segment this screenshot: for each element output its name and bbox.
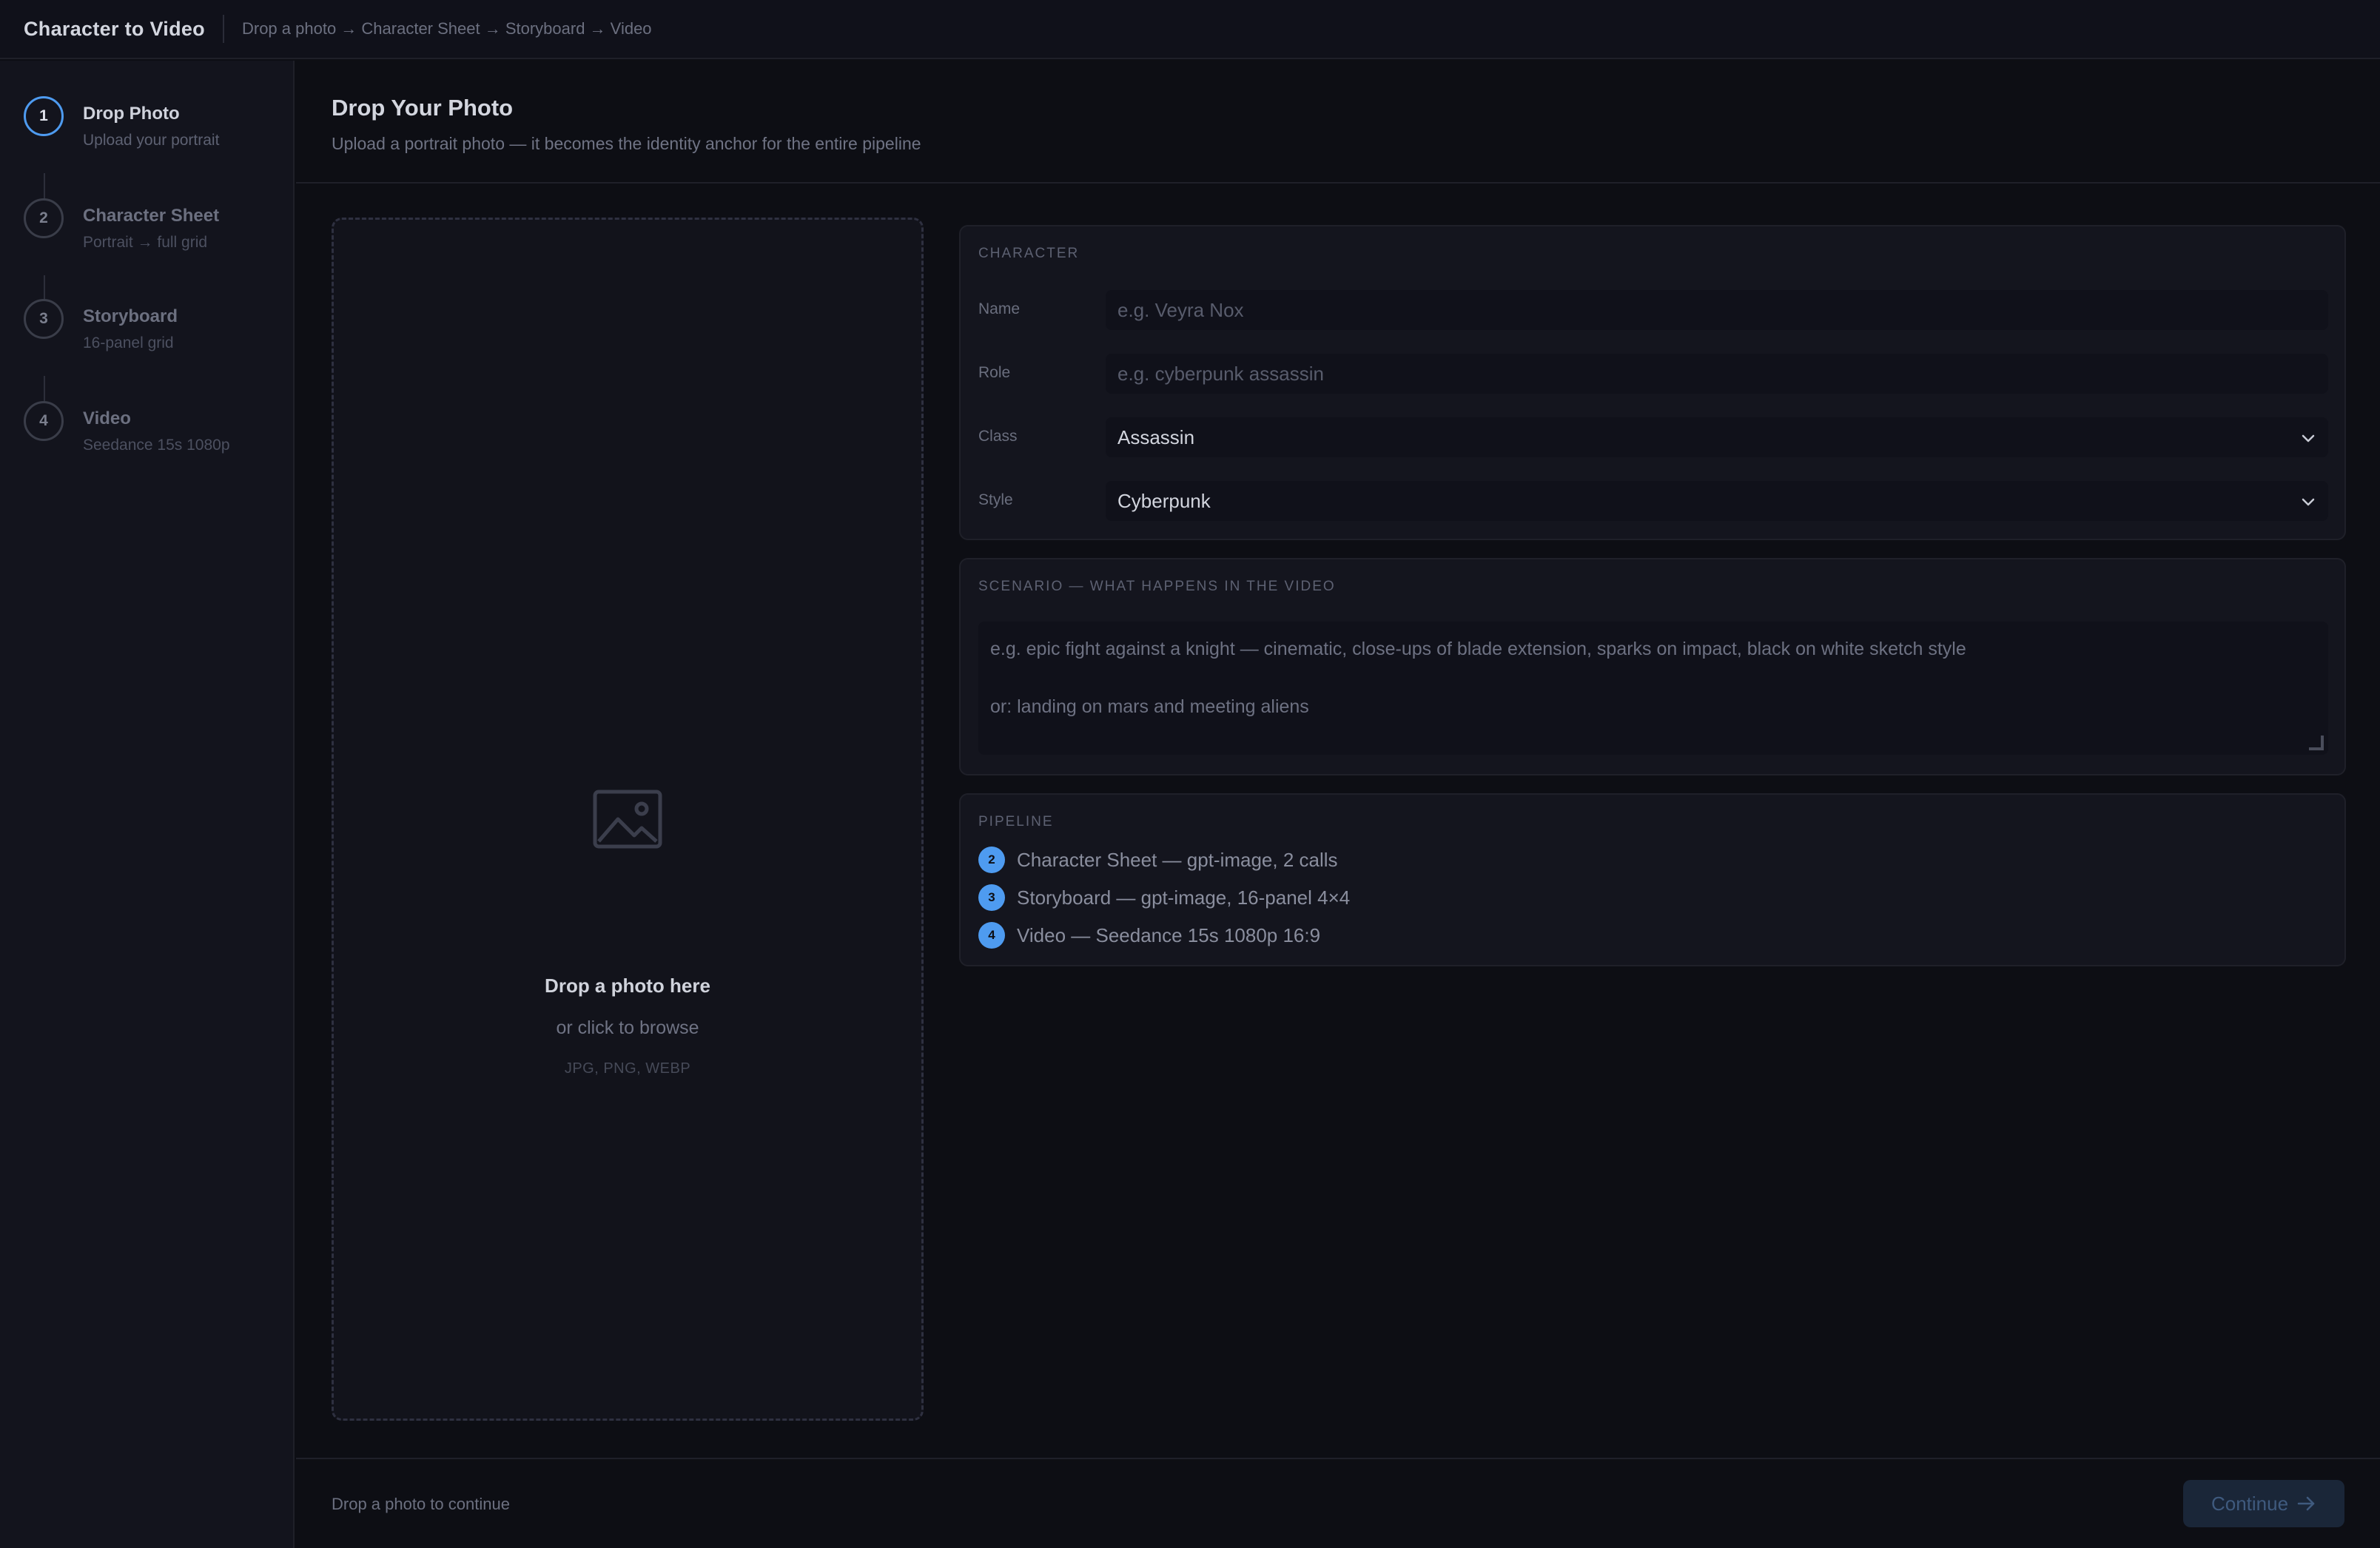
step-title: Character Sheet [83, 206, 220, 226]
style-label: Style [978, 491, 1013, 508]
dropzone-formats: JPG, PNG, WEBP [564, 1060, 691, 1077]
pipeline-item: 3 Storyboard — gpt-image, 16-panel 4×4 [978, 883, 1350, 912]
class-select[interactable]: Assassin [1106, 417, 2328, 457]
step-title: Drop Photo [83, 104, 180, 124]
scenario-placeholder-line: or: landing on mars and meeting aliens [990, 696, 1309, 717]
dropzone-title: Drop a photo here [545, 975, 710, 997]
name-field[interactable]: e.g. Veyra Nox [1106, 290, 2328, 330]
step-drop-photo[interactable]: 1 Drop Photo Upload your portrait [24, 96, 290, 178]
scenario-textarea[interactable]: e.g. epic fight against a knight — cinem… [978, 622, 2328, 755]
arrow-right-icon [2297, 1496, 2315, 1511]
main-content: Drop Your Photo Upload a portrait photo … [296, 61, 2380, 1548]
chevron-down-icon [2302, 434, 2315, 442]
section-label: CHARACTER [978, 246, 1080, 261]
step-storyboard[interactable]: 3 Storyboard 16-panel grid [24, 299, 290, 380]
class-label: Class [978, 428, 1018, 445]
page-subtitle: Upload a portrait photo — it becomes the… [332, 134, 921, 153]
style-select[interactable]: Cyberpunk [1106, 481, 2328, 521]
top-bar: Character to Video Drop a photo → Charac… [0, 0, 2380, 59]
scenario-panel: SCENARIO — WHAT HAPPENS IN THE VIDEO e.g… [959, 558, 2346, 775]
step-title: Video [83, 408, 131, 428]
pipeline-item-text: Video — Seedance 15s 1080p 16:9 [1017, 923, 1321, 946]
section-label: SCENARIO — WHAT HAPPENS IN THE VIDEO [978, 579, 1336, 594]
step-title: Storyboard [83, 306, 178, 326]
pipeline-panel: PIPELINE 2 Character Sheet — gpt-image, … [959, 793, 2346, 966]
scenario-placeholder-line: e.g. epic fight against a knight — cinem… [990, 639, 1966, 659]
app-title: Character to Video [24, 17, 205, 40]
step-subtitle: Seedance 15s 1080p [83, 437, 230, 454]
page-title: Drop Your Photo [332, 95, 514, 121]
step-subtitle: 16-panel grid [83, 334, 174, 351]
page-header: Drop Your Photo Upload a portrait photo … [296, 61, 2380, 184]
step-number: 1 [24, 96, 64, 136]
class-value: Assassin [1117, 425, 1195, 448]
pipeline-item-text: Character Sheet — gpt-image, 2 calls [1017, 848, 1338, 871]
dropzone-subtitle: or click to browse [556, 1017, 699, 1038]
step-character-sheet[interactable]: 2 Character Sheet Portrait → full grid [24, 198, 290, 280]
pipeline-step-badge: 2 [978, 847, 1005, 873]
continue-button[interactable]: Continue [2183, 1480, 2344, 1527]
step-subtitle: Upload your portrait [83, 132, 220, 149]
image-icon [593, 790, 662, 849]
footer-bar: Drop a photo to continue Continue [296, 1458, 2380, 1548]
pipeline-item-text: Storyboard — gpt-image, 16-panel 4×4 [1017, 886, 1351, 909]
pipeline-item: 2 Character Sheet — gpt-image, 2 calls [978, 845, 1338, 875]
photo-dropzone[interactable]: Drop a photo here or click to browse JPG… [332, 218, 924, 1421]
title-divider [222, 15, 224, 43]
resize-handle-icon[interactable] [2306, 733, 2325, 752]
step-video[interactable]: 4 Video Seedance 15s 1080p [24, 401, 290, 482]
step-number: 3 [24, 299, 64, 339]
name-label: Name [978, 300, 1021, 317]
footer-hint: Drop a photo to continue [332, 1495, 510, 1513]
character-panel: CHARACTER Name e.g. Veyra Nox Role e.g. … [959, 225, 2346, 540]
step-subtitle: Portrait → full grid [83, 234, 208, 251]
chevron-down-icon [2302, 498, 2315, 506]
role-field[interactable]: e.g. cyberpunk assassin [1106, 354, 2328, 394]
continue-label: Continue [2211, 1492, 2289, 1515]
role-label: Role [978, 364, 1011, 381]
style-value: Cyberpunk [1117, 489, 1211, 512]
section-label: PIPELINE [978, 814, 1054, 829]
pipeline-step-badge: 4 [978, 922, 1005, 949]
sidebar: 1 Drop Photo Upload your portrait 2 Char… [0, 61, 295, 1548]
breadcrumb: Drop a photo → Character Sheet → Storybo… [241, 19, 652, 38]
step-number: 4 [24, 401, 64, 441]
pipeline-step-badge: 3 [978, 884, 1005, 911]
pipeline-item: 4 Video — Seedance 15s 1080p 16:9 [978, 921, 1320, 950]
step-number: 2 [24, 198, 64, 238]
